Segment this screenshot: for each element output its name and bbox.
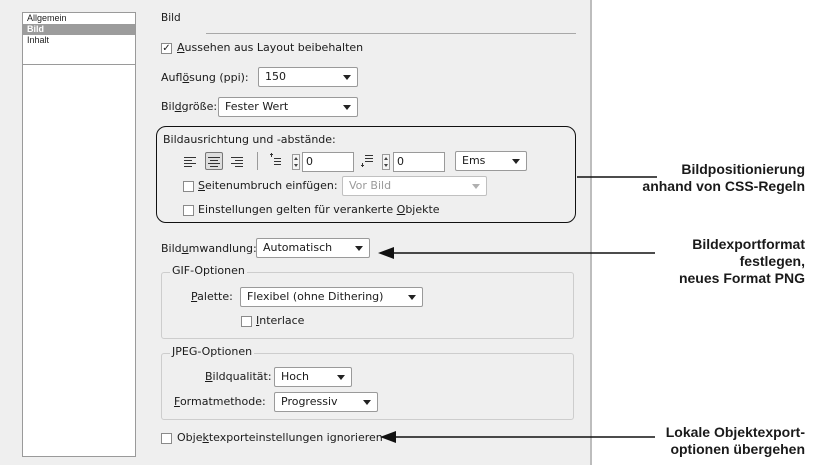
arrow-left-icon [378, 247, 394, 259]
callout-object-export: Lokale Objektexport- optionen übergehen [665, 424, 805, 457]
arrow-left-icon [380, 431, 396, 443]
callout-positioning: Bildpositionierung anhand von CSS-Regeln [642, 161, 805, 194]
callout-overlay [378, 176, 657, 443]
callout-export-format: Bildexportformat festlegen, neues Format… [678, 236, 805, 286]
